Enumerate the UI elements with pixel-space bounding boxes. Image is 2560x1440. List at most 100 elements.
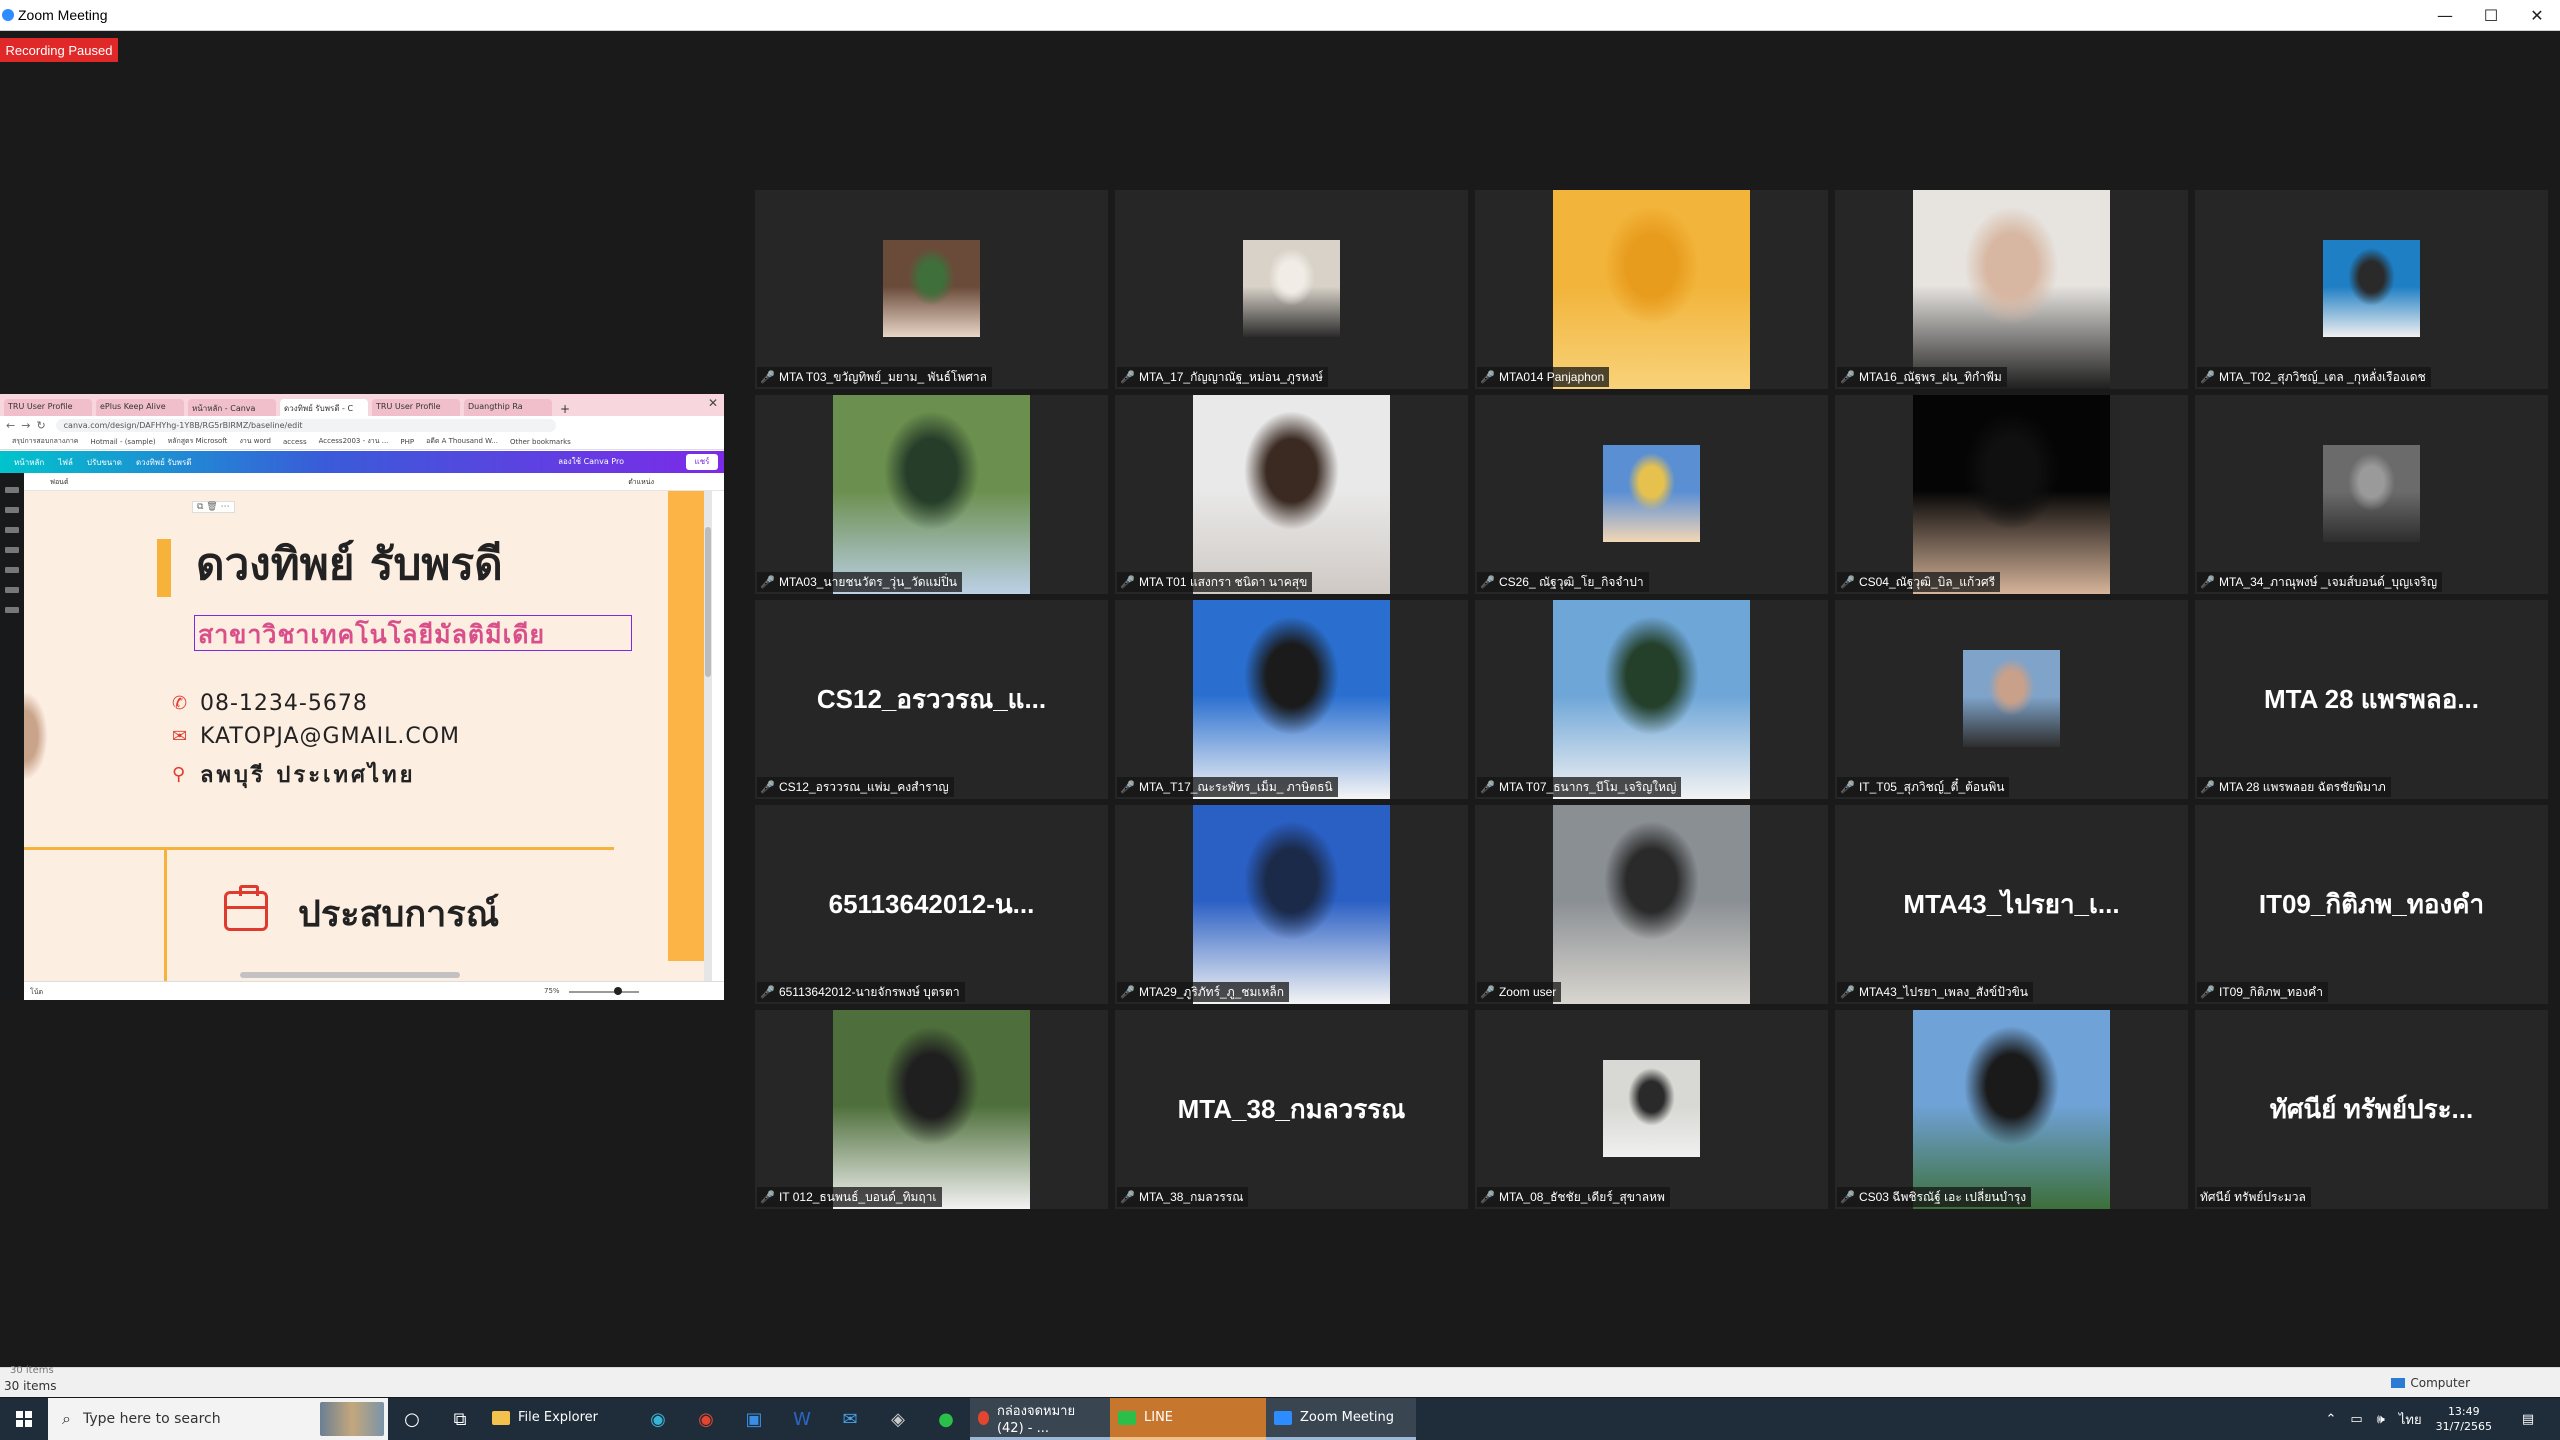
font-dropdown[interactable]: ฟอนต์ bbox=[50, 477, 69, 488]
participant-tile[interactable]: 🎤 MTA_17_กัญญาณัฐ_หม่อน_ภูรหงษ์ bbox=[1115, 190, 1468, 389]
participant-tile[interactable]: MTA_38_กมลวรรณ 🎤 MTA_38_กมลวรรณ bbox=[1115, 1010, 1468, 1209]
sidebar-item[interactable] bbox=[5, 527, 19, 533]
taskbar-search[interactable]: ⌕ Type here to search bbox=[48, 1398, 388, 1440]
start-button[interactable] bbox=[0, 1398, 48, 1440]
participant-tile[interactable]: 🎤 MTA014 Panjaphon bbox=[1475, 190, 1828, 389]
canva-menu-item[interactable]: ดวงทิพย์ รับพรดี bbox=[136, 456, 192, 469]
back-icon[interactable]: ← bbox=[6, 419, 15, 432]
browser-tab[interactable]: Duangthip Ra bbox=[464, 399, 552, 416]
participant-tile[interactable]: 🎤 MTA T07_ธนากร_บีโม_เจริญใหญ่ bbox=[1475, 600, 1828, 799]
experience-heading[interactable]: ประสบการณ์ bbox=[298, 885, 499, 942]
participant-tile[interactable]: MTA43_ไปรยา_เ... 🎤 MTA43_ไปรยา_เพลง_สังข์ป… bbox=[1835, 805, 2188, 1004]
browser-tab[interactable]: ePlus Keep Alive bbox=[96, 399, 184, 416]
zoom-slider-handle[interactable] bbox=[614, 987, 622, 995]
task-view-icon[interactable]: ⧉ bbox=[436, 1398, 484, 1440]
sidebar-item[interactable] bbox=[5, 507, 19, 513]
contact-phone[interactable]: ✆ 08-1234-5678 bbox=[172, 691, 368, 716]
vertical-scrollbar[interactable] bbox=[704, 491, 712, 981]
recording-status-badge[interactable]: Recording Paused bbox=[0, 38, 118, 62]
bookmark-item[interactable]: งาน word bbox=[239, 436, 271, 447]
scrollbar-thumb[interactable] bbox=[705, 527, 711, 677]
bookmark-item[interactable]: Hotmail - (sample) bbox=[90, 438, 155, 446]
reload-icon[interactable]: ↻ bbox=[36, 419, 45, 432]
participant-tile[interactable]: 🎤 CS26_ ณัฐวุฒิ_โย_กิจจำปา bbox=[1475, 395, 1828, 594]
forward-icon[interactable]: → bbox=[21, 419, 30, 432]
close-button[interactable]: ✕ bbox=[2514, 0, 2560, 31]
canva-menu-item[interactable]: หน้าหลัก bbox=[14, 456, 44, 469]
volume-icon[interactable]: 🕪 bbox=[2377, 1412, 2385, 1427]
bookmark-item[interactable]: อดีต A Thousand W... bbox=[426, 436, 498, 447]
word-icon[interactable]: W bbox=[778, 1398, 826, 1440]
new-tab-button[interactable]: + bbox=[560, 402, 570, 416]
cortana-icon[interactable]: ○ bbox=[388, 1398, 436, 1440]
zoom-slider-track[interactable] bbox=[569, 991, 639, 993]
edge-icon[interactable]: ◉ bbox=[634, 1398, 682, 1440]
browser-tab-active[interactable]: ดวงทิพย์ รับพรดี - C bbox=[280, 399, 368, 416]
sidebar-item[interactable] bbox=[5, 567, 19, 573]
contact-location[interactable]: ⚲ ลพบุรี ประเทศไทย bbox=[172, 757, 415, 792]
participant-tile[interactable]: 🎤 MTA_08_ธัชชัย_เดียร์_สุขาลหพ bbox=[1475, 1010, 1828, 1209]
participant-tile[interactable]: 🎤 MTA T01 แสงกรา ชนิดา นาคสุข bbox=[1115, 395, 1468, 594]
participant-tile[interactable]: 🎤 MTA_T17_ณะระพัทร_เม็ม_ ภาษิตธนิ bbox=[1115, 600, 1468, 799]
clock[interactable]: 13:49 31/7/2565 bbox=[2436, 1404, 2492, 1434]
participant-tile[interactable]: 65113642012-น... 🎤 65113642012-นายจักรพงษ์… bbox=[755, 805, 1108, 1004]
contact-email[interactable]: ✉ KATOPJA@GMAIL.COM bbox=[172, 724, 460, 749]
canva-upgrade-button[interactable]: ลองใช้ Canva Pro bbox=[558, 455, 624, 468]
bookmark-item[interactable]: PHP bbox=[400, 438, 414, 446]
address-bar[interactable]: canva.com/design/DAFHYhg-1Y8B/RG5rBlRMZ/… bbox=[55, 418, 556, 432]
taskbar-line-window[interactable]: LINE bbox=[1110, 1398, 1266, 1440]
network-icon[interactable]: ▭ bbox=[2350, 1412, 2362, 1427]
participant-tile[interactable]: 🎤 CS04_ณัฐวุฒิ_บิล_แก้วศรี bbox=[1835, 395, 2188, 594]
browser-tab[interactable]: หน้าหลัก - Canva bbox=[188, 399, 276, 416]
taskbar-file-explorer[interactable]: File Explorer bbox=[484, 1398, 634, 1440]
canva-menu-item[interactable]: ปรับขนาด bbox=[87, 456, 122, 469]
mail-icon[interactable]: ✉ bbox=[826, 1398, 874, 1440]
participant-tile[interactable]: 🎤 CS03 ฉีพชิรณัฐ์ เอะ เปลี่ยนบำรุง bbox=[1835, 1010, 2188, 1209]
participant-tile[interactable]: 🎤 Zoom user bbox=[1475, 805, 1828, 1004]
show-hidden-icons[interactable]: ⌃ bbox=[2325, 1412, 2336, 1427]
minimize-button[interactable]: — bbox=[2422, 0, 2468, 31]
browser-tab[interactable]: TRU User Profile bbox=[372, 399, 460, 416]
sidebar-item[interactable] bbox=[5, 587, 19, 593]
resume-subtitle[interactable]: สาขาวิชาเทคโนโลยีมัลติมีเดีย bbox=[198, 615, 545, 655]
participant-tile[interactable]: 🎤 MTA16_ณัฐพร_ฝน_ทิกำพีม bbox=[1835, 190, 2188, 389]
taskbar-zoom-window[interactable]: Zoom Meeting bbox=[1266, 1398, 1416, 1440]
language-indicator[interactable]: ไทย bbox=[2399, 1409, 2422, 1430]
resume-name[interactable]: ดวงทิพย์ รับพรดี bbox=[196, 529, 503, 599]
browser-tab[interactable]: TRU User Profile bbox=[4, 399, 92, 416]
chrome-icon[interactable]: ◉ bbox=[682, 1398, 730, 1440]
selection-toolbar[interactable]: ⧉ 🗑 ⋯ bbox=[192, 501, 235, 513]
notification-icon[interactable]: ▤ bbox=[2510, 1412, 2546, 1427]
design-canvas[interactable]: ⧉ 🗑 ⋯ ดวงทิพย์ รับพรดี สาขาวิชาเทคโนโลยี… bbox=[24, 491, 712, 981]
participant-tile[interactable]: CS12_อรววรณ_แ... 🎤 CS12_อรววรณ_แพ่ม_คงสำรา… bbox=[755, 600, 1108, 799]
participant-tile[interactable]: ทัศนีย์ ทรัพย์ประ... ทัศนีย์ ทรัพย์ประมวล bbox=[2195, 1010, 2548, 1209]
participant-tile[interactable]: 🎤 MTA_34_ภาณุพงษ์ _เจมส์บอนด์_บุญเจริญ bbox=[2195, 395, 2548, 594]
participant-tile[interactable]: 🎤 MTA_T02_สุภวิชญ์_เตล _กุหลั่งเรืองเดช bbox=[2195, 190, 2548, 389]
line-icon[interactable]: ● bbox=[922, 1398, 970, 1440]
participant-tile[interactable]: 🎤 IT_T05_สุภวิชญ์_ตี๋_ต้อนพิน bbox=[1835, 600, 2188, 799]
store-icon[interactable]: ▣ bbox=[730, 1398, 778, 1440]
bookmark-item[interactable]: Access2003 - งาน ... bbox=[319, 436, 389, 447]
participant-tile[interactable]: IT09_กิติภพ_ทองคำ 🎤 IT09_กิติภพ_ทองคำ bbox=[2195, 805, 2548, 1004]
participant-tile[interactable]: 🎤 MTA03_นายชนวัตร_วุ่น_วัดแม่ปิ่น bbox=[755, 395, 1108, 594]
canva-menu-item[interactable]: ไฟล์ bbox=[58, 456, 73, 469]
participant-tile[interactable]: 🎤 MTA T03_ขวัญทิพย์_มยาม_ พันธ์โพศาล bbox=[755, 190, 1108, 389]
browser-close-icon[interactable]: ✕ bbox=[708, 396, 718, 410]
canva-share-button[interactable]: แชร์ bbox=[686, 454, 718, 470]
sidebar-item[interactable] bbox=[5, 487, 19, 493]
participant-tile[interactable]: MTA 28 แพรพลอ... 🎤 MTA 28 แพรพลอย ฉัตรชัยพ… bbox=[2195, 600, 2548, 799]
notes-button[interactable]: โน้ต bbox=[30, 987, 43, 998]
maximize-button[interactable]: ☐ bbox=[2468, 0, 2514, 31]
bookmark-item[interactable]: Other bookmarks bbox=[510, 438, 571, 446]
bookmark-item[interactable]: หลักสูตร Microsoft bbox=[168, 436, 228, 447]
bookmark-item[interactable]: สรุปการสอบกลางภาค bbox=[12, 436, 78, 447]
sidebar-item[interactable] bbox=[5, 607, 19, 613]
app-icon[interactable]: ◈ bbox=[874, 1398, 922, 1440]
participant-tile[interactable]: 🎤 IT 012_ธนพนธ์_บอนด์_ทิมฤาเ bbox=[755, 1010, 1108, 1209]
horizontal-scrollbar[interactable] bbox=[240, 972, 460, 978]
participant-tile[interactable]: 🎤 MTA29_ภูริภัทร์_ภู_ชมเหล็ก bbox=[1115, 805, 1468, 1004]
bookmark-item[interactable]: access bbox=[283, 438, 307, 446]
taskbar-chrome-window[interactable]: กล่องจดหมาย (42) - ... bbox=[970, 1398, 1110, 1440]
sidebar-item[interactable] bbox=[5, 547, 19, 553]
position-button[interactable]: ตำแหน่ง bbox=[628, 477, 654, 488]
